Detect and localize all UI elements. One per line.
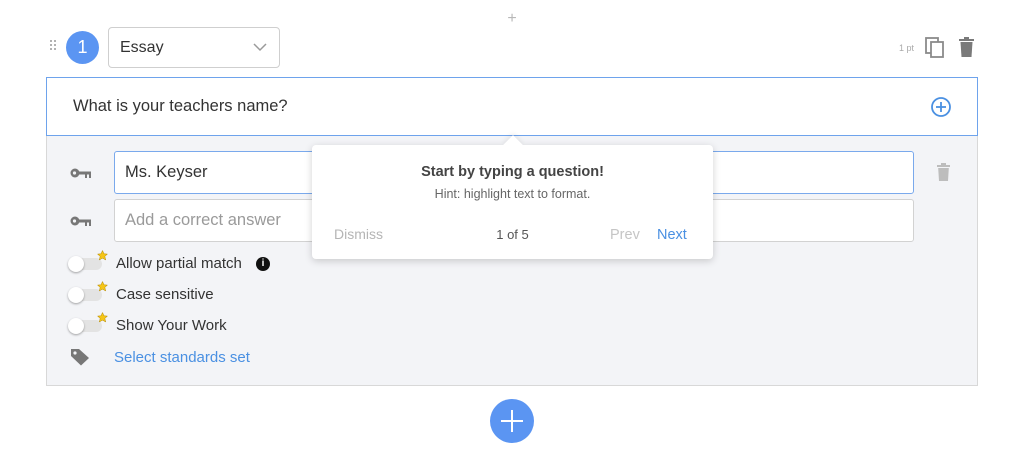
add-media-icon[interactable]: [931, 97, 951, 117]
question-text-editor[interactable]: What is your teachers name?: [46, 77, 978, 136]
partial-match-label: Allow partial match: [116, 255, 242, 272]
question-number-badge: 1: [66, 31, 99, 64]
chevron-down-icon: [253, 43, 267, 52]
plus-icon: [501, 410, 523, 432]
tour-prev-button[interactable]: Prev: [610, 227, 640, 243]
show-work-toggle[interactable]: [68, 312, 108, 334]
show-work-label: Show Your Work: [116, 317, 227, 334]
question-text: What is your teachers name?: [73, 97, 288, 115]
tour-title: Start by typing a question!: [421, 164, 604, 180]
copy-icon[interactable]: [925, 37, 945, 59]
premium-star-icon: [97, 250, 108, 261]
delete-question-icon[interactable]: [959, 37, 974, 57]
case-sensitive-label: Case sensitive: [116, 286, 214, 303]
add-question-button[interactable]: [490, 399, 534, 443]
tag-icon: [71, 349, 89, 366]
tour-step-counter: 1 of 5: [496, 227, 529, 242]
premium-star-icon: [97, 281, 108, 292]
question-type-select[interactable]: Essay: [108, 27, 280, 68]
key-icon: [70, 168, 91, 178]
tour-hint: Hint: highlight text to format.: [434, 187, 591, 201]
case-sensitive-toggle[interactable]: [68, 281, 108, 303]
key-icon: [70, 216, 91, 226]
select-standards-link[interactable]: Select standards set: [114, 348, 250, 368]
question-type-value: Essay: [120, 39, 164, 56]
drag-handle-icon[interactable]: [50, 40, 58, 54]
question-points: 1 pt: [899, 43, 915, 53]
insert-question-above-button[interactable]: +: [506, 10, 518, 28]
delete-answer-icon[interactable]: [937, 163, 950, 181]
partial-match-toggle[interactable]: [68, 250, 108, 272]
tour-next-button[interactable]: Next: [657, 227, 687, 243]
tour-popover: Start by typing a question! Hint: highli…: [312, 135, 713, 259]
premium-star-icon: [97, 312, 108, 323]
info-icon[interactable]: i: [256, 257, 270, 271]
